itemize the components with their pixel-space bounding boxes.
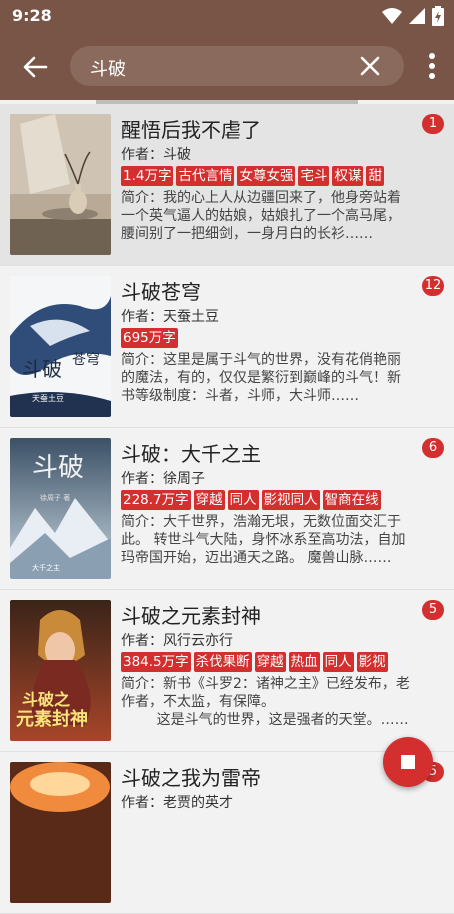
book-tag: 甜 — [366, 166, 384, 186]
book-cover: 斗破 徐周子 著 大千之主 — [10, 438, 111, 579]
book-tag: 同人 — [322, 652, 354, 672]
svg-text:徐周子 著: 徐周子 著 — [40, 493, 70, 502]
book-title: 斗破：大千之主 — [121, 442, 261, 466]
book-intro: 简介：新书《斗罗2：诸神之主》已经发布，老作者，不太监，有保障。 这是斗气的世界… — [121, 676, 410, 728]
book-tag: 杀伐果断 — [193, 652, 252, 672]
book-author: 作者：斗破 — [121, 147, 191, 163]
book-tags: 228.7万字 穿越 同人 影视同人 智商在线 — [121, 489, 416, 510]
source-count-badge: 6 — [422, 438, 444, 458]
book-cover — [10, 762, 111, 903]
book-tag: 695万字 — [121, 328, 178, 348]
book-title: 醒悟后我不虐了 — [121, 118, 261, 142]
stop-icon — [401, 755, 415, 769]
book-row[interactable]: 斗破之 元素封神 斗破之元素封神 5 作者：风行云亦行 384.5万字 杀伐果断穿… — [0, 590, 454, 752]
book-author: 作者：风行云亦行 — [121, 633, 233, 649]
book-tag: 古代言情 — [176, 166, 235, 186]
book-intro: 简介：大千世界，浩瀚无垠，无数位面交汇于此。 转世斗气大陆，身怀冰系至高功法，自… — [121, 514, 406, 566]
app-bar: 斗破 — [0, 32, 454, 100]
book-tag: 智商在线 — [322, 490, 381, 510]
book-tag: 同人 — [227, 490, 259, 510]
battery-icon — [432, 6, 444, 26]
svg-text:斗破之: 斗破之 — [22, 690, 70, 709]
back-arrow-icon[interactable] — [18, 50, 52, 84]
book-row[interactable]: 斗破之我为雷帝 5 作者：老贾的英才 — [0, 752, 454, 914]
book-tag: 宅斗 — [298, 166, 330, 186]
book-tag: 权谋 — [332, 166, 364, 186]
book-tag: 热血 — [288, 652, 320, 672]
book-tag: 1.4万字 — [121, 166, 174, 186]
svg-text:斗破: 斗破 — [32, 453, 84, 483]
book-author: 作者：徐周子 — [121, 471, 205, 487]
wifi-icon — [382, 8, 402, 24]
book-intro: 简介：我的心上人从边疆回来了，他身旁站着一个英气逼人的姑娘，姑娘扎了一个高马尾，… — [121, 190, 401, 242]
svg-text:元素封神: 元素封神 — [16, 708, 88, 730]
book-cover — [10, 114, 111, 255]
book-intro: 简介：这里是属于斗气的世界，没有花俏艳丽的魔法，有的，仅仅是繁衍到巅峰的斗气！新… — [121, 352, 401, 404]
book-cover: 斗破之 元素封神 — [10, 600, 111, 741]
status-icons — [382, 6, 444, 26]
search-results-list: 醒悟后我不虐了 1 作者：斗破 1.4万字 古代言情 女尊女强 宅斗 权谋甜 简介：我的… — [0, 104, 454, 914]
book-row[interactable]: 斗破 苍穹 天蚕土豆 斗破苍穹 12 作者：天蚕土豆 695万字 简介：这里是属… — [0, 266, 454, 428]
book-author: 作者：老贾的英才 — [121, 795, 233, 811]
book-cover: 斗破 苍穹 天蚕土豆 — [10, 276, 111, 417]
more-vertical-icon[interactable] — [428, 52, 436, 80]
book-tag: 影视同人 — [261, 490, 320, 510]
search-box[interactable]: 斗破 — [70, 46, 404, 86]
svg-text:天蚕土豆: 天蚕土豆 — [32, 393, 64, 403]
svg-text:大千之主: 大千之主 — [32, 563, 60, 572]
book-title: 斗破之我为雷帝 — [121, 766, 261, 790]
book-tag: 228.7万字 — [121, 490, 191, 510]
status-bar: 9:28 — [0, 0, 454, 32]
book-tags: 695万字 — [121, 327, 416, 348]
close-icon[interactable] — [358, 54, 382, 78]
book-tag: 384.5万字 — [121, 652, 191, 672]
signal-icon — [409, 8, 425, 24]
book-row[interactable]: 斗破 徐周子 著 大千之主 斗破：大千之主 6 作者：徐周子 228.7万字 穿越… — [0, 428, 454, 590]
svg-text:苍穹: 苍穹 — [72, 352, 100, 368]
book-tags: 1.4万字 古代言情 女尊女强 宅斗 权谋甜 — [121, 165, 416, 186]
book-row[interactable]: 醒悟后我不虐了 1 作者：斗破 1.4万字 古代言情 女尊女强 宅斗 权谋甜 简介：我的… — [0, 104, 454, 266]
source-count-badge: 5 — [422, 600, 444, 620]
book-tag: 影视 — [356, 652, 388, 672]
book-title: 斗破之元素封神 — [121, 604, 261, 628]
book-tags: 384.5万字 杀伐果断 穿越 热血 同人 影视 — [121, 651, 416, 672]
book-tag: 女尊女强 — [237, 166, 296, 186]
stop-search-button[interactable] — [383, 737, 433, 787]
book-tag: 穿越 — [193, 490, 225, 510]
status-time: 9:28 — [12, 6, 52, 25]
search-input[interactable]: 斗破 — [90, 55, 126, 81]
source-count-badge: 1 — [422, 114, 444, 134]
book-title: 斗破苍穹 — [121, 280, 201, 304]
book-author: 作者：天蚕土豆 — [121, 309, 219, 325]
book-tag: 穿越 — [254, 652, 286, 672]
source-count-badge: 12 — [422, 276, 444, 296]
svg-text:斗破: 斗破 — [22, 357, 62, 381]
